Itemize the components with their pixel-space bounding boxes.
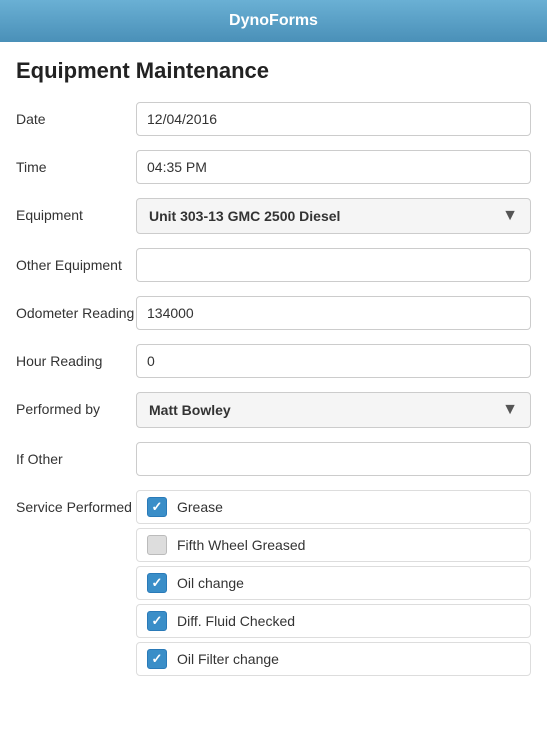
checkbox-label: Grease <box>177 499 223 515</box>
service-row: Service Performed Grease Fifth Wheel Grea… <box>16 490 531 676</box>
time-input[interactable] <box>136 150 531 184</box>
date-label: Date <box>16 102 136 128</box>
service-checkbox-group: Grease Fifth Wheel Greased Oil change Diff.… <box>136 490 531 676</box>
time-label: Time <box>16 150 136 176</box>
equipment-value: Unit 303-13 GMC 2500 Diesel <box>149 208 340 224</box>
hour-row: Hour Reading <box>16 344 531 378</box>
performed-by-dropdown[interactable]: Matt Bowley ▼ <box>136 392 531 428</box>
date-input[interactable] <box>136 102 531 136</box>
list-item[interactable]: Fifth Wheel Greased <box>136 528 531 562</box>
chevron-down-icon: ▼ <box>502 401 518 419</box>
checkbox-0[interactable] <box>147 497 167 517</box>
odometer-row: Odometer Reading <box>16 296 531 330</box>
checkbox-label: Oil change <box>177 575 244 591</box>
checkbox-label: Oil Filter change <box>177 651 279 667</box>
service-label: Service Performed <box>16 490 136 516</box>
hour-field[interactable] <box>136 344 531 378</box>
header: DynoForms <box>0 0 547 42</box>
equipment-dropdown[interactable]: Unit 303-13 GMC 2500 Diesel ▼ <box>136 198 531 234</box>
checkbox-1[interactable] <box>147 535 167 555</box>
if-other-label: If Other <box>16 442 136 468</box>
other-equipment-input[interactable] <box>136 248 531 282</box>
list-item[interactable]: Oil change <box>136 566 531 600</box>
time-field[interactable] <box>136 150 531 184</box>
if-other-input[interactable] <box>136 442 531 476</box>
performed-by-select[interactable]: Matt Bowley ▼ <box>136 392 531 428</box>
other-equipment-label: Other Equipment <box>16 248 136 274</box>
performed-by-value: Matt Bowley <box>149 402 231 418</box>
odometer-label: Odometer Reading <box>16 296 136 322</box>
equipment-select[interactable]: Unit 303-13 GMC 2500 Diesel ▼ <box>136 198 531 234</box>
date-field[interactable] <box>136 102 531 136</box>
if-other-field[interactable] <box>136 442 531 476</box>
if-other-row: If Other <box>16 442 531 476</box>
odometer-input[interactable] <box>136 296 531 330</box>
performed-by-label: Performed by <box>16 392 136 418</box>
header-title: DynoForms <box>229 12 318 29</box>
list-item[interactable]: Oil Filter change <box>136 642 531 676</box>
checkbox-2[interactable] <box>147 573 167 593</box>
chevron-down-icon: ▼ <box>502 207 518 225</box>
time-row: Time <box>16 150 531 184</box>
checkbox-4[interactable] <box>147 649 167 669</box>
checkbox-3[interactable] <box>147 611 167 631</box>
odometer-field[interactable] <box>136 296 531 330</box>
checkbox-label: Diff. Fluid Checked <box>177 613 295 629</box>
hour-input[interactable] <box>136 344 531 378</box>
other-equipment-row: Other Equipment <box>16 248 531 282</box>
performed-by-row: Performed by Matt Bowley ▼ <box>16 392 531 428</box>
checkbox-label: Fifth Wheel Greased <box>177 537 305 553</box>
date-row: Date <box>16 102 531 136</box>
list-item[interactable]: Grease <box>136 490 531 524</box>
equipment-label: Equipment <box>16 198 136 224</box>
hour-label: Hour Reading <box>16 344 136 370</box>
list-item[interactable]: Diff. Fluid Checked <box>136 604 531 638</box>
equipment-row: Equipment Unit 303-13 GMC 2500 Diesel ▼ <box>16 198 531 234</box>
page-title: Equipment Maintenance <box>16 58 531 84</box>
other-equipment-field[interactable] <box>136 248 531 282</box>
